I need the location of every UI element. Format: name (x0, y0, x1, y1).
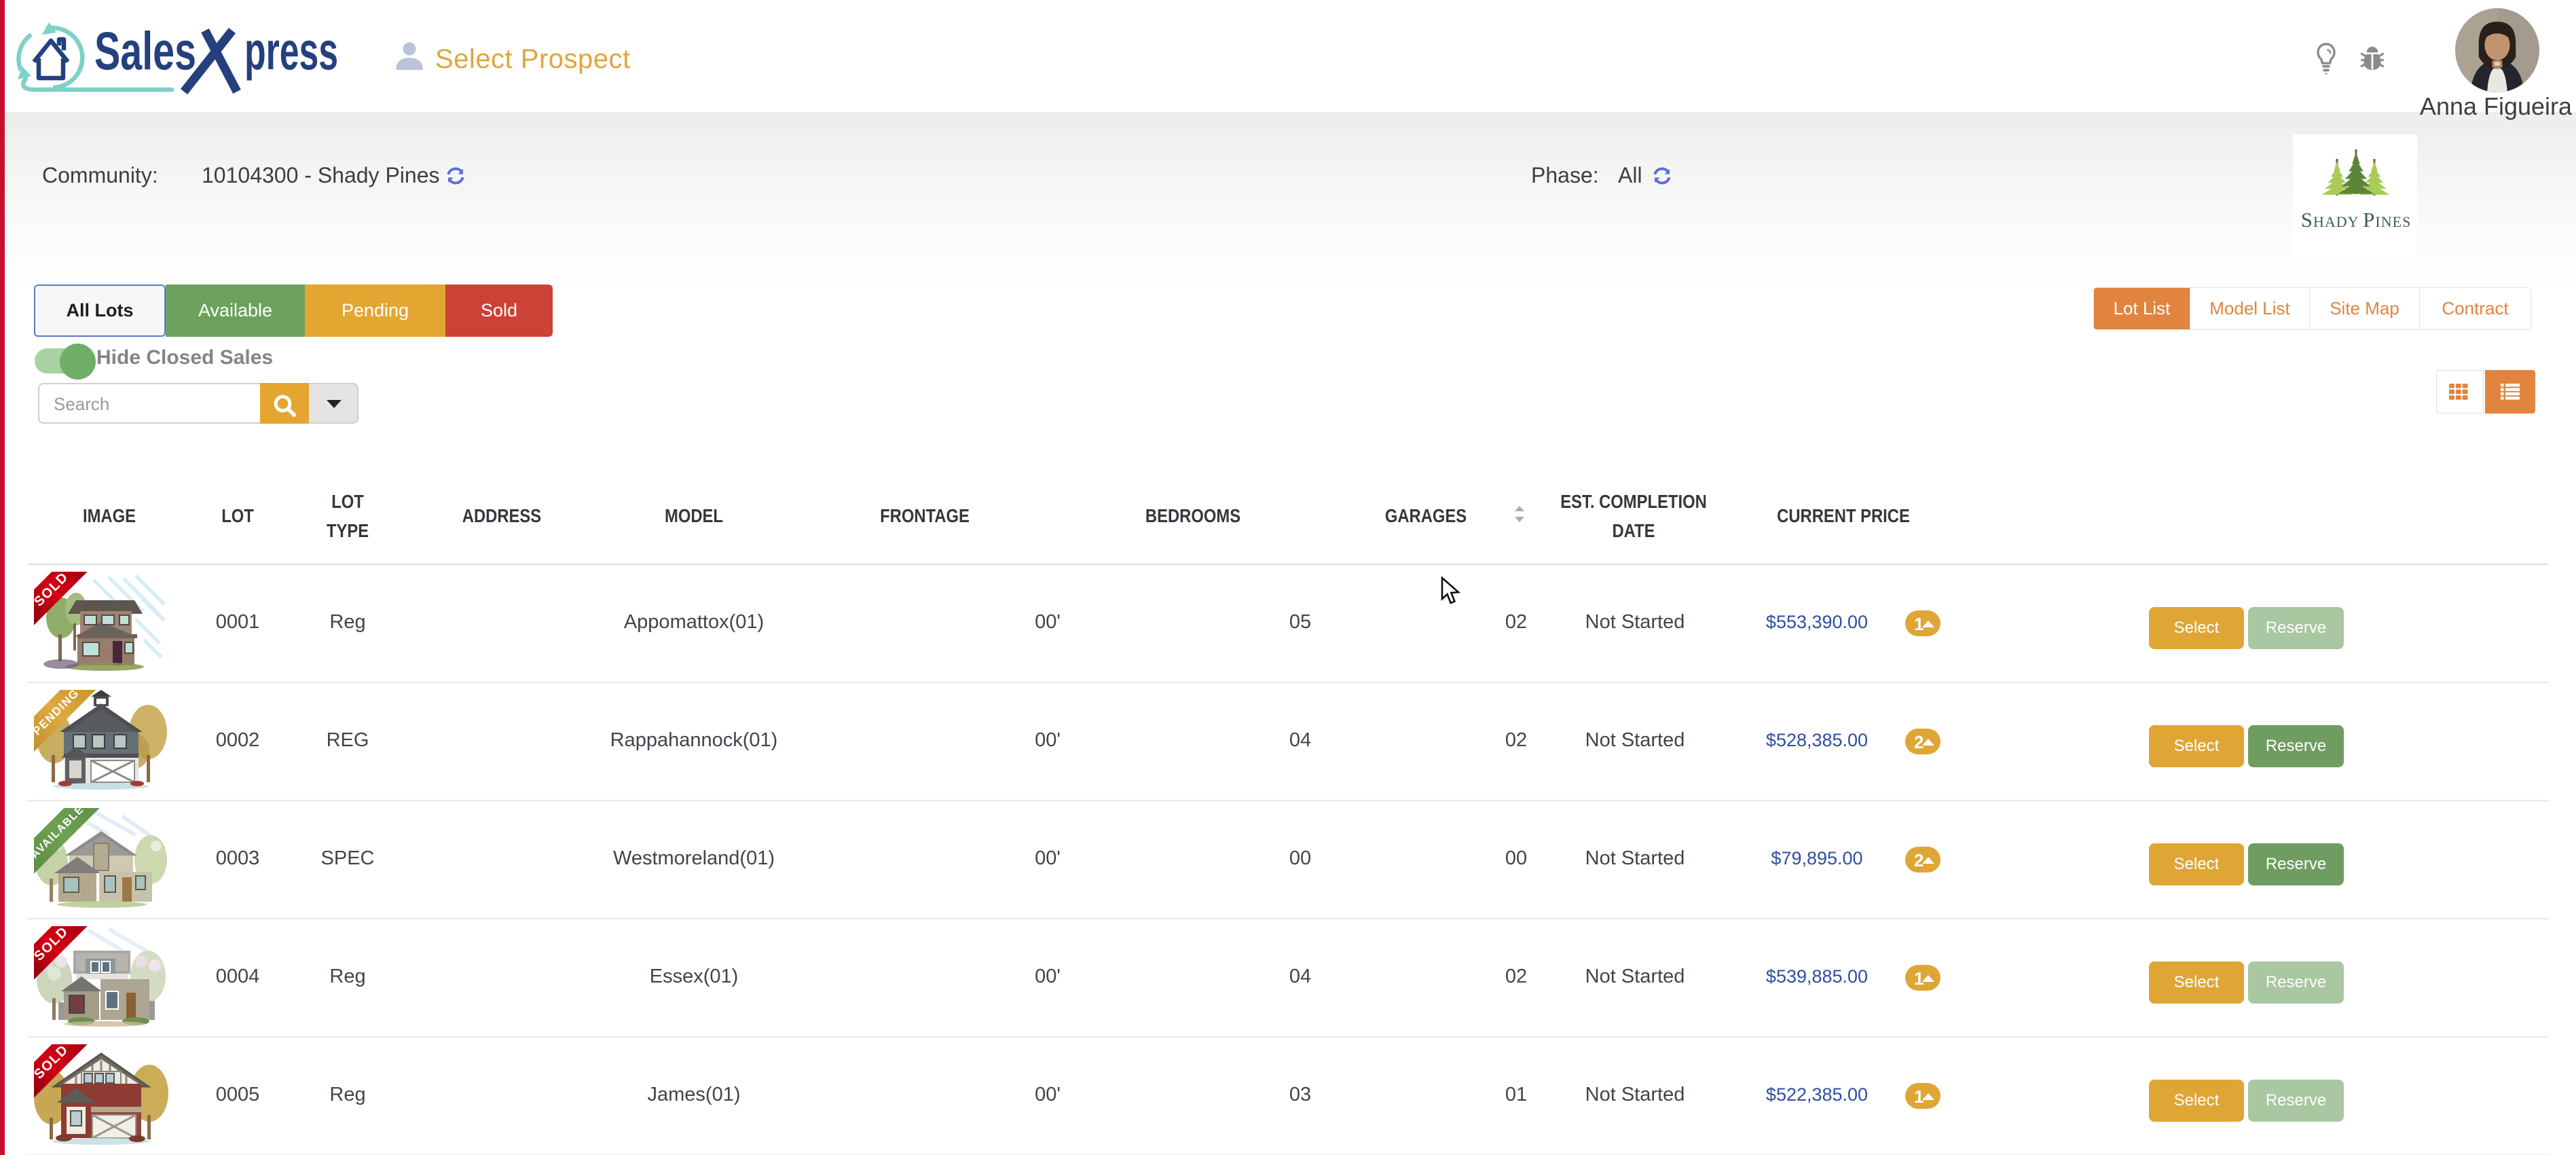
svg-text:Sales: Sales (94, 20, 196, 81)
svg-text:press: press (244, 20, 338, 81)
svg-text:SHADY PINES: SHADY PINES (2301, 208, 2412, 232)
